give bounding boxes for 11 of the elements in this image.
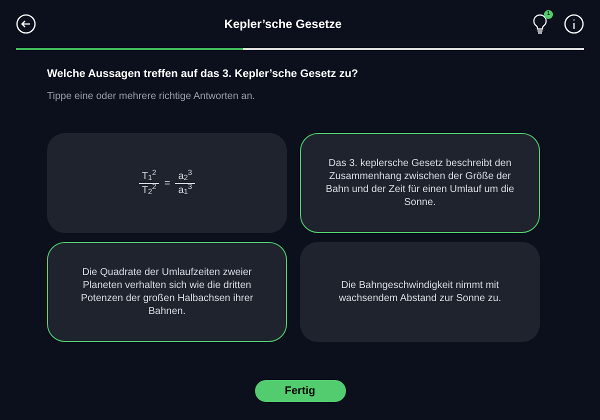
- back-icon[interactable]: [16, 14, 36, 34]
- answer-card[interactable]: Die Bahngeschwindigkeit nimmt mit wachsendem Abstand zur Sonne zu.: [300, 242, 540, 342]
- answer-card[interactable]: Das 3. keplersche Gesetz beschreibt den Zusammenhang zwischen der Größe der Bahn und der Zeit für einen Umlauf um die Sonne.: [300, 133, 540, 233]
- lightbulb-icon: [530, 13, 550, 35]
- page-title: Kepler’sche Gesetze: [223, 16, 343, 33]
- question-text: Welche Aussagen treffen auf das 3. Kepler’sche Gesetz zu?: [47, 66, 360, 82]
- answer-card[interactable]: Die Quadrate der Umlaufzeiten zweier Planeten verhalten sich wie die dritten Potenzen der großen Halbachsen ihrer Bahnen.: [47, 242, 287, 342]
- equals-sign: =: [164, 176, 170, 190]
- done-button[interactable]: Fertig: [254, 380, 346, 402]
- instruction-text: Tippe eine oder mehrere richtige Antworten an.: [47, 90, 256, 104]
- info-icon[interactable]: [564, 14, 584, 34]
